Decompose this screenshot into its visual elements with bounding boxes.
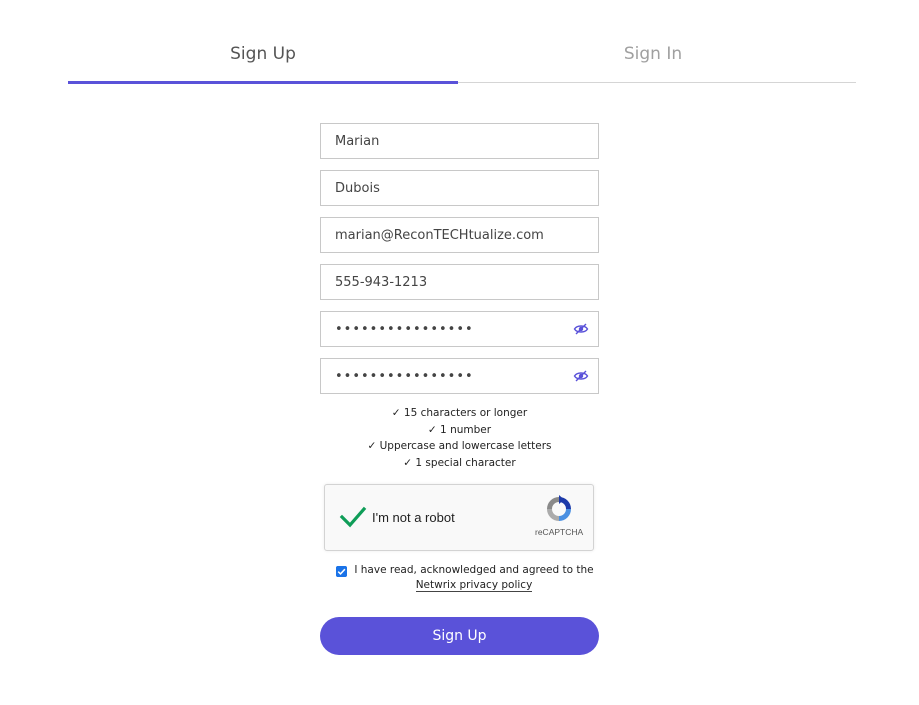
consent-text: I have read, acknowledged and agreed to … (354, 563, 594, 593)
phone-field-wrapper (320, 264, 599, 300)
auth-tabs: Sign Up Sign In (68, 30, 856, 84)
consent-label: I have read, acknowledged and agreed to … (354, 564, 594, 576)
password-field-wrapper (320, 311, 599, 347)
password-rule: ✓ Uppercase and lowercase letters (367, 440, 552, 452)
captcha-brand: reCAPTCHA (535, 527, 584, 537)
consent-checkbox[interactable] (336, 566, 347, 577)
captcha-label: I'm not a robot (372, 510, 455, 525)
password-rule: ✓ 1 number (427, 423, 492, 436)
eye-slash-icon[interactable] (573, 368, 589, 384)
password-rules: ✓ 15 characters or longer ✓ 1 number ✓ U… (320, 405, 599, 471)
email-field-wrapper (320, 217, 599, 253)
first-name-field-wrapper (320, 123, 599, 159)
sign-up-button[interactable]: Sign Up (320, 617, 599, 655)
privacy-policy-link[interactable]: Netwrix privacy policy (415, 579, 533, 592)
password-input[interactable] (320, 311, 599, 347)
phone-input[interactable] (320, 264, 599, 300)
signup-form: ✓ 15 characters or longer ✓ 1 number ✓ U… (320, 123, 599, 471)
password-rule: ✓ 15 characters or longer (391, 407, 528, 419)
eye-slash-icon[interactable] (573, 321, 589, 337)
email-input[interactable] (320, 217, 599, 253)
last-name-input[interactable] (320, 170, 599, 206)
confirm-password-input[interactable] (320, 358, 599, 394)
first-name-input[interactable] (320, 123, 599, 159)
last-name-field-wrapper (320, 170, 599, 206)
tab-sign-up[interactable]: Sign Up (68, 30, 458, 84)
password-rule: ✓ 1 special character (403, 456, 516, 469)
tab-sign-in[interactable]: Sign In (458, 30, 848, 82)
recaptcha-widget: I'm not a robot reCAPTCHA (324, 484, 594, 551)
recaptcha-logo-icon (547, 495, 571, 521)
signup-page: Sign Up Sign In Marian Dubois marian@Rec… (0, 0, 919, 705)
confirm-password-field-wrapper (320, 358, 599, 394)
captcha-checkmark-icon[interactable] (339, 503, 367, 531)
